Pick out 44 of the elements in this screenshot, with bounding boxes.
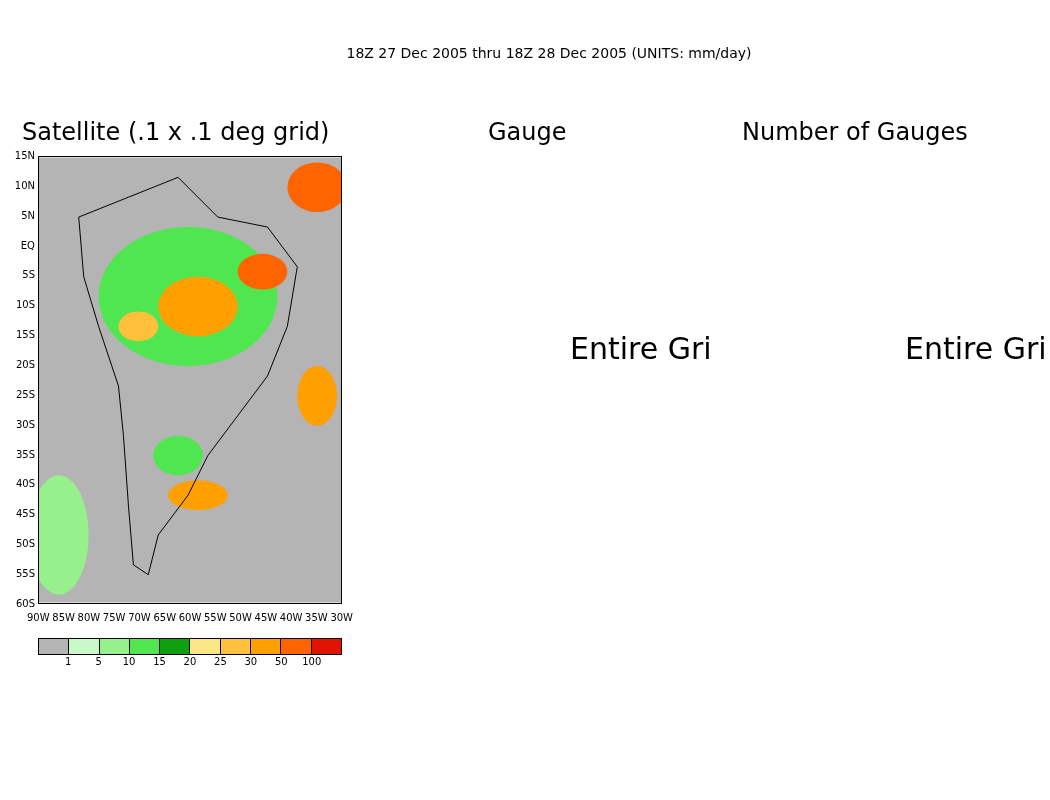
- longitude-label: 65W: [153, 612, 177, 624]
- latitude-label: 15S: [15, 329, 35, 342]
- longitude-label: 60W: [178, 612, 202, 624]
- latitude-label: 30S: [15, 418, 35, 431]
- latitude-label: 40S: [15, 478, 35, 491]
- colorbar-label: 30: [243, 656, 259, 668]
- latitude-label: 5N: [21, 209, 35, 222]
- colorbar-label: 100: [301, 656, 323, 668]
- latitude-label: 25S: [15, 388, 35, 401]
- panel-heading: Satellite (.1 x .1 deg grid): [22, 118, 331, 146]
- latitude-label: 10N: [14, 179, 35, 192]
- panel-heading: Gauge: [488, 118, 568, 146]
- colorbar-label: 20: [182, 656, 198, 668]
- latitude-label: EQ: [20, 239, 35, 252]
- longitude-label: 75W: [102, 612, 126, 624]
- longitude-label: 40W: [279, 612, 303, 624]
- latitude-label: 60S: [15, 597, 35, 610]
- latitude-label: 10S: [15, 299, 35, 312]
- latitude-label: 55S: [15, 568, 35, 581]
- colorbar-label: 10: [121, 656, 137, 668]
- colorbar-label: 15: [152, 656, 167, 668]
- longitude-label: 55W: [203, 612, 227, 624]
- colorbar-label: 1: [64, 656, 73, 668]
- longitude-label: 30W: [330, 612, 353, 624]
- plot-title: 18Z 27 Dec 2005 thru 18Z 28 Dec 2005 (UNITS: mm/day): [346, 44, 752, 62]
- longitude-label: 50W: [229, 612, 252, 624]
- latitude-label: 50S: [15, 538, 35, 551]
- longitude-label: 80W: [77, 612, 101, 624]
- latitude-label: 45S: [15, 508, 35, 521]
- latitude-label: 20S: [15, 359, 35, 371]
- longitude-label: 35W: [305, 612, 328, 624]
- colorbar-label: 50: [273, 656, 289, 668]
- longitude-label: 45W: [254, 612, 278, 624]
- longitude-label: 90W: [27, 612, 50, 624]
- colorbar-label: 5: [94, 656, 103, 668]
- panel-message: Entire Gri: [905, 332, 1048, 366]
- longitude-label: 70W: [128, 612, 151, 624]
- latitude-label: 35S: [15, 448, 35, 461]
- latitude-label: 5S: [22, 269, 35, 282]
- panel-message: Entire Gri: [570, 332, 713, 366]
- latitude-label: 15N: [14, 150, 35, 162]
- longitude-label: 85W: [52, 612, 75, 624]
- colorbar-label: 25: [213, 656, 228, 668]
- panel-heading: Number of Gauges: [742, 118, 969, 146]
